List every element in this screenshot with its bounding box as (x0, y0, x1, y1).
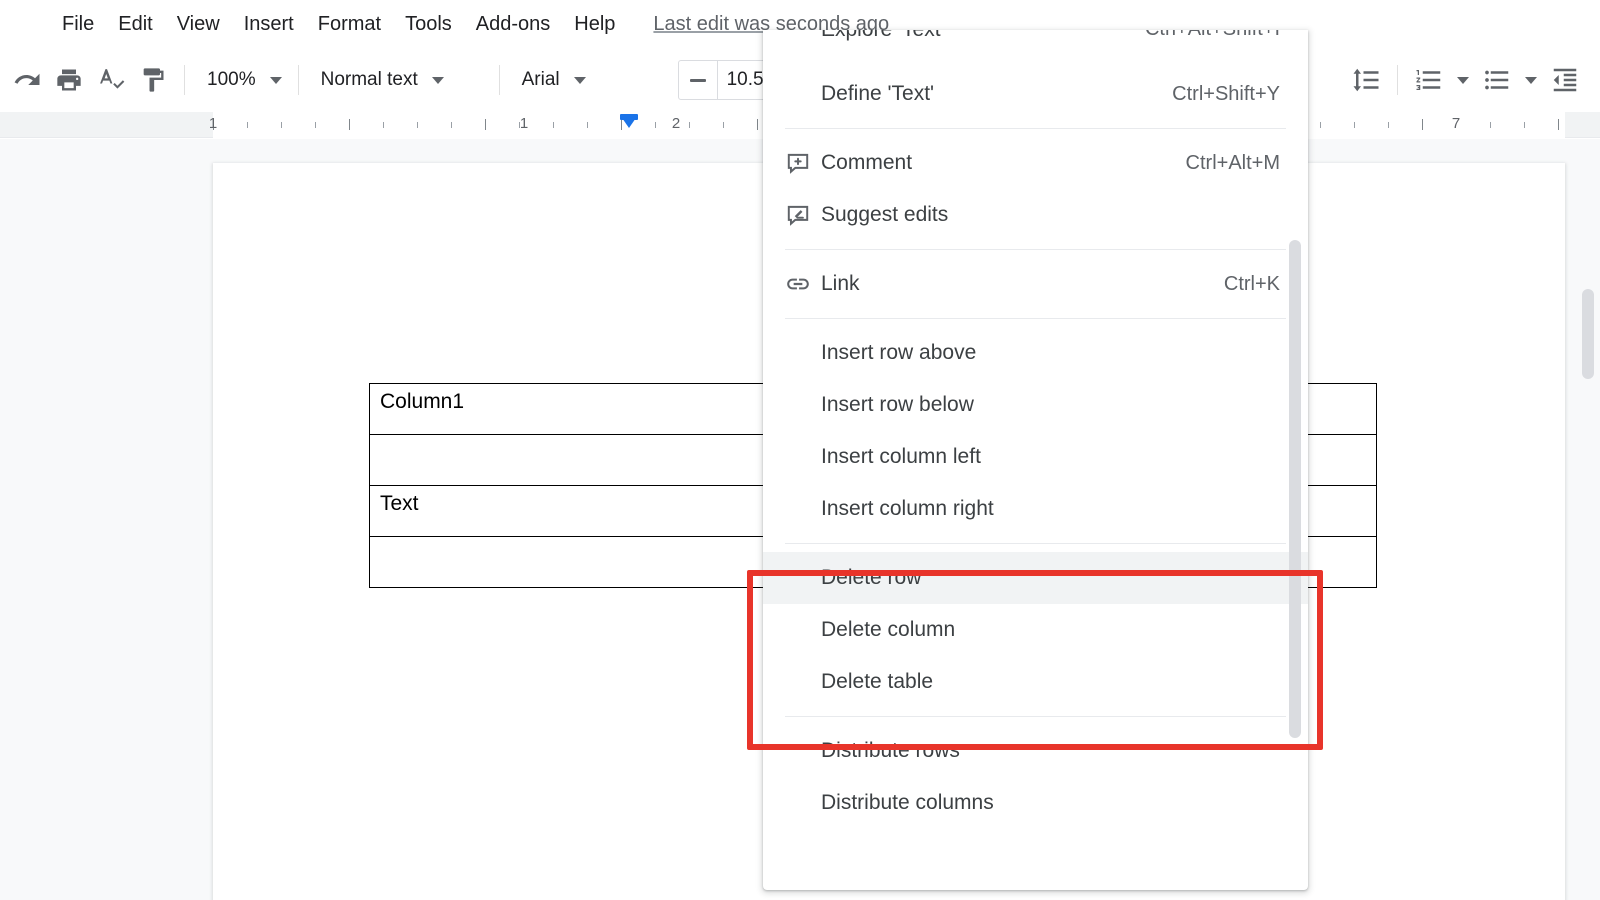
context-menu-item-delete-column[interactable]: Delete column (763, 604, 1308, 656)
context-menu-label: Explore 'Text' (821, 30, 1121, 42)
left-indent-marker[interactable] (620, 115, 638, 128)
bulleted-list-dropdown[interactable] (1518, 59, 1544, 101)
link-icon (785, 271, 821, 297)
context-menu-item-link[interactable]: Link Ctrl+K (763, 258, 1308, 310)
spellcheck-button[interactable] (90, 59, 132, 101)
paragraph-style-dropdown[interactable]: Normal text (309, 59, 489, 101)
print-button[interactable] (48, 59, 90, 101)
menu-add-ons[interactable]: Add-ons (464, 9, 563, 40)
toolbar-divider-3 (498, 65, 500, 95)
numbered-list-button[interactable] (1408, 59, 1450, 101)
font-family-value: Arial (521, 69, 560, 90)
context-menu-item-distribute-rows[interactable]: Distribute rows (763, 725, 1308, 777)
context-menu-label: Suggest edits (821, 203, 949, 226)
toolbar-divider-2 (297, 65, 299, 95)
menu-help[interactable]: Help (562, 9, 627, 40)
ruler-number-1: 1 (208, 115, 218, 132)
chevron-down-icon (1525, 76, 1537, 84)
line-spacing-icon (1351, 65, 1381, 95)
chevron-down-icon (269, 76, 282, 84)
font-family-dropdown[interactable]: Arial (510, 59, 670, 101)
paint-format-icon (139, 66, 167, 94)
context-menu-item-suggest-edits[interactable]: Suggest edits (763, 189, 1308, 241)
context-menu-label: Insert row above (821, 341, 977, 364)
table-context-menu[interactable]: Explore 'Text' Ctrl+Alt+Shift+I Define '… (763, 30, 1308, 890)
context-menu-item-explore[interactable]: Explore 'Text' Ctrl+Alt+Shift+I (763, 30, 1308, 68)
context-menu-item-insert-column-left[interactable]: Insert column left (763, 431, 1308, 483)
menu-edit[interactable]: Edit (106, 9, 164, 40)
context-menu-label: Delete table (821, 670, 934, 693)
context-menu-scrollbar[interactable] (1289, 240, 1301, 738)
context-menu-label: Define 'Text' (821, 82, 935, 105)
context-menu-accel: Ctrl+Alt+Shift+I (1145, 30, 1280, 41)
redo-button[interactable] (6, 59, 48, 101)
menu-format[interactable]: Format (306, 9, 393, 40)
context-menu-accel: Ctrl+Shift+Y (1172, 82, 1280, 105)
context-menu-item-comment[interactable]: Comment Ctrl+Alt+M (763, 137, 1308, 189)
context-menu-item-define[interactable]: Define 'Text' Ctrl+Shift+Y (763, 68, 1308, 120)
bulleted-list-icon (1482, 65, 1512, 95)
decrease-indent-icon (1550, 65, 1580, 95)
context-menu-label: Delete row (821, 566, 922, 589)
context-menu-label: Comment (821, 151, 913, 174)
bulleted-list-button[interactable] (1476, 59, 1518, 101)
context-menu-item-delete-row[interactable]: Delete row (763, 552, 1308, 604)
context-menu-accel: Ctrl+Alt+M (1185, 151, 1280, 174)
numbered-list-dropdown[interactable] (1450, 59, 1476, 101)
menu-file[interactable]: File (50, 9, 106, 40)
redo-icon (12, 65, 42, 95)
numbered-list-icon (1414, 65, 1444, 95)
context-menu-accel: Ctrl+K (1223, 272, 1280, 295)
font-size-decrease-button[interactable] (679, 61, 717, 99)
context-menu-item-insert-row-below[interactable]: Insert row below (763, 379, 1308, 431)
menu-tools[interactable]: Tools (393, 9, 464, 40)
context-menu-item-distribute-columns[interactable]: Distribute columns (763, 777, 1308, 829)
context-menu-label: Distribute columns (821, 791, 994, 814)
context-menu-divider (785, 128, 1286, 129)
suggest-edits-icon (785, 202, 821, 228)
chevron-down-icon (1457, 76, 1469, 84)
comment-icon (785, 150, 821, 176)
context-menu-label: Insert column right (821, 497, 994, 520)
toolbar-divider-1 (184, 65, 185, 95)
context-menu-divider (785, 249, 1286, 250)
chevron-down-icon (431, 76, 444, 84)
context-menu-item-insert-row-above[interactable]: Insert row above (763, 327, 1308, 379)
menu-view[interactable]: View (165, 9, 232, 40)
chevron-down-icon (573, 76, 586, 84)
line-spacing-button[interactable] (1345, 59, 1387, 101)
context-menu-divider (785, 543, 1286, 544)
context-menu-label: Delete column (821, 618, 956, 641)
context-menu-label: Insert column left (821, 445, 981, 468)
google-docs-window: File Edit View Insert Format Tools Add-o… (0, 0, 1600, 900)
paragraph-style-value: Normal text (320, 69, 418, 90)
table-cell-text: Text (380, 492, 419, 515)
ruler-number-4: 7 (1451, 115, 1461, 132)
print-icon (55, 66, 83, 94)
ruler-number-2: 1 (519, 115, 529, 132)
paint-format-button[interactable] (132, 59, 174, 101)
context-menu-divider (785, 318, 1286, 319)
decrease-indent-button[interactable] (1544, 59, 1586, 101)
context-menu-item-insert-column-right[interactable]: Insert column right (763, 483, 1308, 535)
toolbar-divider-4 (1397, 65, 1398, 95)
context-menu-item-delete-table[interactable]: Delete table (763, 656, 1308, 708)
context-menu-divider (785, 716, 1286, 717)
document-scrollbar[interactable] (1582, 289, 1594, 379)
context-menu-label: Link (821, 272, 860, 295)
context-menu-label: Distribute rows (821, 739, 960, 762)
minus-icon (689, 78, 706, 82)
context-menu-label: Insert row below (821, 393, 974, 416)
spellcheck-icon (97, 66, 125, 94)
font-size-stepper[interactable]: 10.5 (677, 60, 774, 100)
ruler-number-3: 2 (671, 115, 681, 132)
zoom-dropdown[interactable]: 100% (195, 59, 288, 101)
zoom-value: 100% (207, 69, 256, 90)
menu-insert[interactable]: Insert (232, 9, 306, 40)
